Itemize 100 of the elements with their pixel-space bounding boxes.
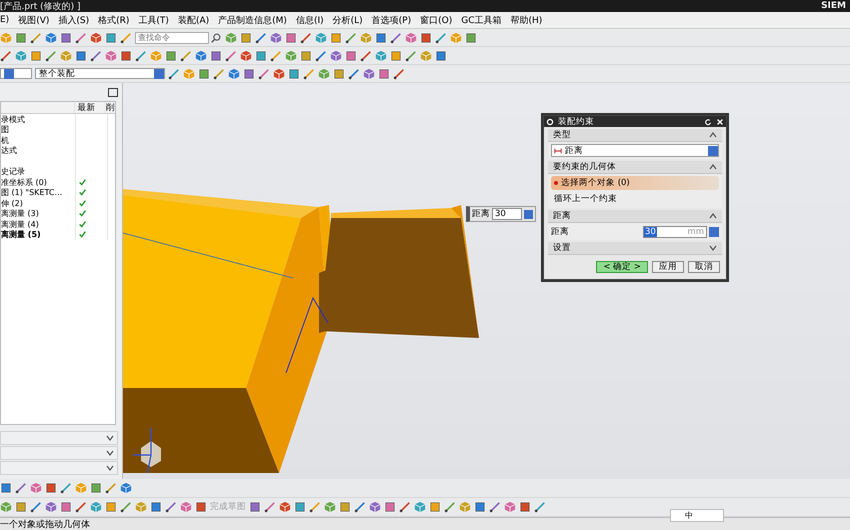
line-tool-icon[interactable] <box>30 501 42 513</box>
sheet-icon[interactable] <box>330 32 342 44</box>
distance-input[interactable]: 30 mm <box>643 226 707 238</box>
selection-step[interactable]: 选择两个对象 (0) <box>551 176 719 190</box>
menu-item[interactable]: 工具(T) <box>138 14 169 26</box>
cube-icon[interactable] <box>363 68 375 80</box>
line-tool-icon[interactable] <box>213 68 225 80</box>
cube-icon[interactable] <box>228 68 240 80</box>
line-tool-icon[interactable] <box>105 482 117 494</box>
menu-item[interactable]: 首选项(P) <box>372 14 412 26</box>
dimension-input[interactable]: 30 <box>492 208 522 220</box>
menu-item[interactable]: E) <box>0 15 10 25</box>
line-tool-icon[interactable] <box>534 501 546 513</box>
line-tool-icon[interactable] <box>255 32 267 44</box>
sheet-icon[interactable] <box>60 501 72 513</box>
line-tool-icon[interactable] <box>258 68 270 80</box>
column-header[interactable]: 削 <box>105 102 115 113</box>
cube-icon[interactable] <box>0 501 12 513</box>
line-tool-icon[interactable] <box>345 32 357 44</box>
line-tool-icon[interactable] <box>75 32 87 44</box>
cube-icon[interactable] <box>279 501 291 513</box>
window-icon[interactable] <box>108 88 118 96</box>
tree-item[interactable]: 图 <box>1 124 75 136</box>
menu-item[interactable]: 帮助(H) <box>510 14 542 26</box>
cube-icon[interactable] <box>45 32 57 44</box>
line-tool-icon[interactable] <box>489 501 501 513</box>
sheet-icon[interactable] <box>465 32 477 44</box>
section-header[interactable]: 设置 <box>548 242 722 255</box>
sheet-icon[interactable] <box>420 32 432 44</box>
line-tool-icon[interactable] <box>348 68 360 80</box>
gear-icon[interactable] <box>546 118 554 126</box>
line-tool-icon[interactable] <box>444 501 456 513</box>
line-tool-icon[interactable] <box>0 50 12 62</box>
sheet-icon[interactable] <box>30 50 42 62</box>
menu-item[interactable]: 视图(V) <box>18 14 50 26</box>
line-tool-icon[interactable] <box>225 50 237 62</box>
line-tool-icon[interactable] <box>354 501 366 513</box>
sheet-icon[interactable] <box>0 482 12 494</box>
cube-icon[interactable] <box>330 50 342 62</box>
line-tool-icon[interactable] <box>393 68 405 80</box>
line-tool-icon[interactable] <box>120 501 132 513</box>
cube-icon[interactable] <box>369 501 381 513</box>
menu-item[interactable]: 窗口(O) <box>420 14 452 26</box>
line-tool-icon[interactable] <box>309 501 321 513</box>
tree-item[interactable]: 史记录 <box>1 166 75 178</box>
line-tool-icon[interactable] <box>264 501 276 513</box>
sheet-icon[interactable] <box>435 50 447 62</box>
menu-item[interactable]: 装配(A) <box>178 14 210 26</box>
line-tool-icon[interactable] <box>315 50 327 62</box>
line-tool-icon[interactable] <box>90 50 102 62</box>
column-header[interactable]: 最新 <box>74 102 105 113</box>
sheet-icon[interactable] <box>345 50 357 62</box>
sheet-icon[interactable] <box>198 68 210 80</box>
section-header[interactable]: 类型 <box>548 129 722 142</box>
ime-toolbar[interactable]: 中 <box>670 509 724 522</box>
sheet-icon[interactable] <box>15 501 27 513</box>
cube-icon[interactable] <box>225 32 237 44</box>
tree-item[interactable]: 离测量 (4) <box>1 218 75 230</box>
line-tool-icon[interactable] <box>120 32 132 44</box>
tree-item[interactable]: 图 (1) "SKETC... <box>1 187 75 198</box>
line-tool-icon[interactable] <box>165 501 177 513</box>
cube-icon[interactable] <box>45 501 57 513</box>
menu-item[interactable]: 插入(S) <box>58 14 90 26</box>
sheet-icon[interactable] <box>375 32 387 44</box>
sheet-icon[interactable] <box>75 50 87 62</box>
tree-item[interactable]: 离测量 (5) <box>1 229 75 240</box>
section-header[interactable]: 距离 <box>548 210 722 223</box>
sheet-icon[interactable] <box>288 68 300 80</box>
cube-icon[interactable] <box>240 50 252 62</box>
sheet-icon[interactable] <box>300 50 312 62</box>
dialog-button[interactable]: 应用 <box>652 261 684 273</box>
sheet-icon[interactable] <box>60 32 72 44</box>
dialog-button[interactable]: < 确定 > <box>596 261 648 273</box>
sheet-icon[interactable] <box>210 50 222 62</box>
menu-item[interactable]: 格式(R) <box>98 14 130 26</box>
selection-step[interactable]: 循环上一个约束 <box>551 192 719 206</box>
sheet-icon[interactable] <box>243 68 255 80</box>
sheet-icon[interactable] <box>429 501 441 513</box>
cube-icon[interactable] <box>273 68 285 80</box>
selection-filter-dropdown[interactable] <box>0 68 32 79</box>
line-tool-icon[interactable] <box>360 50 372 62</box>
sheet-icon[interactable] <box>255 50 267 62</box>
cube-icon[interactable] <box>120 482 132 494</box>
menu-item[interactable]: 分析(L) <box>332 14 363 26</box>
sheet-icon[interactable] <box>474 501 486 513</box>
dialog-button[interactable]: 取消 <box>688 261 720 273</box>
sheet-icon[interactable] <box>384 501 396 513</box>
sheet-icon[interactable] <box>105 501 117 513</box>
reset-icon[interactable] <box>704 118 712 126</box>
sheet-icon[interactable] <box>339 501 351 513</box>
line-tool-icon[interactable] <box>399 501 411 513</box>
sheet-icon[interactable] <box>165 50 177 62</box>
line-tool-icon[interactable] <box>75 501 87 513</box>
menu-item[interactable]: 产品制造信息(M) <box>218 14 287 26</box>
line-tool-icon[interactable] <box>300 32 312 44</box>
section-header[interactable]: 要约束的几何体 <box>548 161 722 174</box>
tree-item[interactable]: 机 <box>1 134 75 146</box>
sheet-icon[interactable] <box>150 501 162 513</box>
line-tool-icon[interactable] <box>15 482 27 494</box>
sheet-icon[interactable] <box>249 501 261 513</box>
